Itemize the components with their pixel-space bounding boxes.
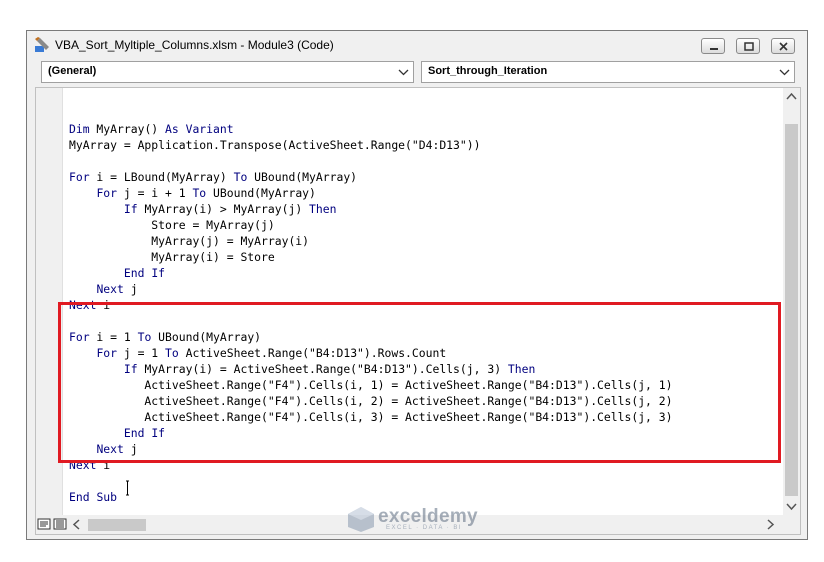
title-bar[interactable]: VBA_Sort_Myltiple_Columns.xlsm - Module3… <box>27 31 807 59</box>
vbe-code-window: VBA_Sort_Myltiple_Columns.xlsm - Module3… <box>26 30 808 540</box>
code-line[interactable]: MyArray(i) = Store <box>69 249 672 265</box>
vertical-scrollbar[interactable] <box>783 88 800 515</box>
code-line[interactable]: Next j <box>69 281 672 297</box>
highlight-annotation <box>58 302 781 463</box>
chevron-down-icon[interactable] <box>398 67 409 77</box>
scroll-down-arrow-icon[interactable] <box>783 498 800 515</box>
minimize-button[interactable] <box>701 38 725 54</box>
scroll-right-arrow-icon[interactable] <box>763 517 777 532</box>
object-combobox[interactable]: (General) <box>41 61 414 83</box>
code-line[interactable]: End Sub <box>69 489 672 505</box>
vba-module-icon <box>35 37 49 52</box>
close-button[interactable] <box>771 38 795 54</box>
code-line[interactable]: For i = LBound(MyArray) To UBound(MyArra… <box>69 169 672 185</box>
code-line[interactable]: For j = i + 1 To UBound(MyArray) <box>69 185 672 201</box>
restore-icon <box>744 42 754 51</box>
horizontal-scroll-thumb[interactable] <box>88 519 146 531</box>
scroll-up-arrow-icon[interactable] <box>783 88 800 105</box>
code-editor[interactable]: Dim MyArray() As Variant MyArray = Applic… <box>35 87 801 535</box>
vertical-scroll-thumb[interactable] <box>785 124 798 496</box>
watermark-tagline: EXCEL · DATA · BI <box>386 525 463 531</box>
close-icon <box>779 42 788 51</box>
full-module-view-button[interactable] <box>53 517 68 531</box>
code-line[interactable]: If MyArray(i) > MyArray(j) Then <box>69 201 672 217</box>
code-line[interactable] <box>69 105 672 121</box>
procedure-combobox-value: Sort_through_Iteration <box>428 65 548 77</box>
procedure-bar: (General) Sort_through_Iteration <box>41 61 795 83</box>
text-cursor <box>126 480 129 496</box>
restore-button[interactable] <box>736 38 760 54</box>
exceldemy-logo-icon <box>348 507 374 532</box>
minimize-icon <box>710 48 718 50</box>
code-line[interactable] <box>69 153 672 169</box>
code-line[interactable]: End If <box>69 265 672 281</box>
window-title: VBA_Sort_Myltiple_Columns.xlsm - Module3… <box>55 38 334 52</box>
code-line[interactable] <box>69 473 672 489</box>
scroll-left-arrow-icon[interactable] <box>70 517 84 532</box>
procedure-view-button[interactable] <box>37 517 52 531</box>
procedure-combobox[interactable]: Sort_through_Iteration <box>421 61 795 83</box>
chevron-down-icon[interactable] <box>779 67 790 77</box>
full-module-view-icon <box>53 518 67 530</box>
object-combobox-value: (General) <box>48 65 97 77</box>
code-line[interactable]: Dim MyArray() As Variant <box>69 121 672 137</box>
code-line[interactable]: Store = MyArray(j) <box>69 217 672 233</box>
procedure-view-icon <box>37 518 51 530</box>
horizontal-scroll-area: exceldemy EXCEL · DATA · BI <box>36 506 800 534</box>
code-line[interactable]: MyArray = Application.Transpose(ActiveSh… <box>69 137 672 153</box>
code-line[interactable]: MyArray(j) = MyArray(i) <box>69 233 672 249</box>
